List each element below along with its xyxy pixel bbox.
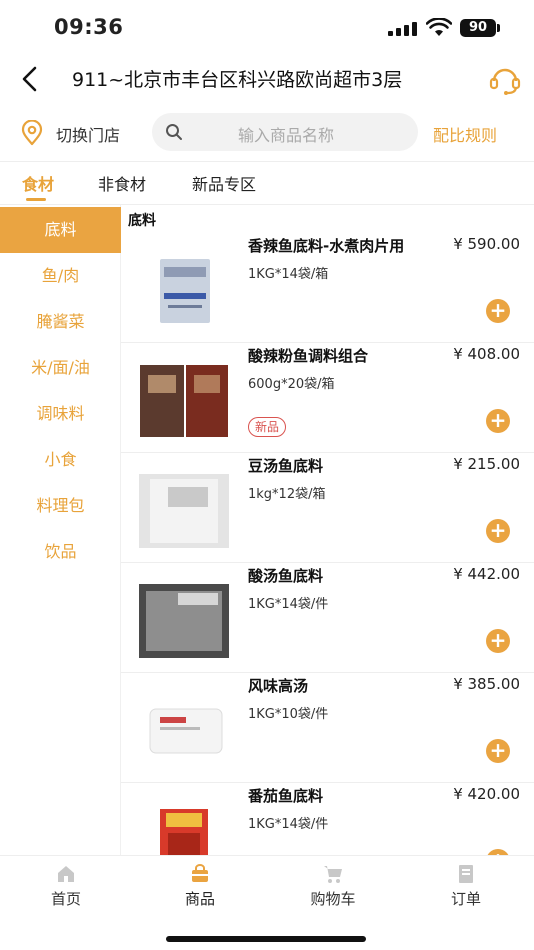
product-spec: 1KG*14袋/件 [248,817,329,832]
ratio-rules-link[interactable]: 配比规则 [433,122,497,146]
tabbar-orders[interactable]: 订单 [416,864,516,909]
product-image [140,365,228,437]
product-image [160,259,210,323]
tabbar-label: 订单 [450,890,481,908]
app-screen: 09:36 90 911~北京市丰台区科兴路欧尚超市3层 切换门店 输入商品名称… [0,0,534,950]
tabbar-label: 首页 [50,890,81,908]
product-spec: 1KG*14袋/件 [248,597,329,612]
add-to-cart-button[interactable]: + [486,629,510,653]
battery-icon: 90 [460,19,496,37]
sidebar-item-rice-noodle-oil[interactable]: 米/面/油 [0,345,121,391]
product-name: 番茄鱼底料 [248,787,324,805]
shop-bag-icon [192,864,208,882]
product-spec: 1KG*14袋/箱 [248,267,329,282]
product-item[interactable]: 酸汤鱼底料 ¥ 442.00 1KG*14袋/件 + [121,563,534,673]
tabbar-products[interactable]: 商品 [150,864,250,909]
add-to-cart-button[interactable]: + [486,739,510,763]
home-indicator [166,936,366,942]
product-image [139,584,229,658]
product-spec: 1KG*10袋/件 [248,707,329,722]
product-name: 风味高汤 [248,677,309,695]
search-row: 切换门店 输入商品名称 配比规则 [0,110,534,156]
bottom-tab-bar: 首页 商品 购物车 订单 [0,855,534,950]
product-item[interactable]: 酸辣粉鱼调料组合 ¥ 408.00 600g*20袋/箱 新品 + [121,343,534,453]
product-list: 底料 香辣鱼底料-水煮肉片用 ¥ 590.00 1KG*14袋/箱 + 酸辣粉鱼… [121,205,534,855]
search-icon [166,124,182,140]
sidebar-item-snacks[interactable]: 小食 [0,437,121,483]
add-to-cart-button[interactable]: + [486,519,510,543]
add-to-cart-button[interactable]: + [486,299,510,323]
tabbar-label: 购物车 [310,890,356,908]
sidebar-item-meal-kits[interactable]: 料理包 [0,483,121,529]
status-bar: 09:36 90 [0,0,534,52]
product-price: ¥ 408.00 [453,345,520,363]
product-image [160,809,208,855]
section-title: 底料 [128,213,156,229]
tabbar-cart[interactable]: 购物车 [283,864,383,909]
location-pin-icon[interactable] [20,120,44,146]
category-sidebar: 底料 鱼/肉 腌酱菜 米/面/油 调味料 小食 料理包 饮品 [0,205,121,855]
battery-cap [497,24,500,32]
product-item[interactable]: 豆汤鱼底料 ¥ 215.00 1kg*12袋/箱 + [121,453,534,563]
store-title: 911~北京市丰台区科兴路欧尚超市3层 [72,69,403,91]
cart-icon [324,866,342,883]
product-price: ¥ 420.00 [453,785,520,803]
search-input[interactable]: 输入商品名称 [152,113,418,151]
product-name: 香辣鱼底料-水煮肉片用 [248,237,405,255]
product-price: ¥ 442.00 [453,565,520,583]
wifi-icon [426,18,452,36]
tab-ingredients[interactable]: 食材 [22,171,54,195]
product-spec: 600g*20袋/箱 [248,377,335,392]
sidebar-item-base[interactable]: 底料 [0,207,121,253]
sidebar-item-fish-meat[interactable]: 鱼/肉 [0,253,121,299]
product-item[interactable]: 番茄鱼底料 ¥ 420.00 1KG*14袋/件 + [121,783,534,855]
tab-new-products[interactable]: 新品专区 [192,171,256,195]
product-spec: 1kg*12袋/箱 [248,487,326,502]
product-image [139,474,229,548]
product-name: 酸汤鱼底料 [248,567,324,585]
product-price: ¥ 215.00 [453,455,520,473]
product-item[interactable]: 风味高汤 ¥ 385.00 1KG*10袋/件 + [121,673,534,783]
tabbar-home[interactable]: 首页 [16,864,116,909]
home-icon [58,866,74,882]
product-name: 酸辣粉鱼调料组合 [248,347,369,365]
add-to-cart-button[interactable]: + [486,409,510,433]
product-name: 豆汤鱼底料 [248,457,324,475]
tabbar-label: 商品 [184,890,215,908]
status-time: 09:36 [54,15,124,39]
switch-store-link[interactable]: 切换门店 [56,122,120,146]
active-tab-indicator [26,198,46,201]
product-item[interactable]: 香辣鱼底料-水煮肉片用 ¥ 590.00 1KG*14袋/箱 + [121,233,534,343]
search-placeholder: 输入商品名称 [238,126,335,145]
sidebar-item-drinks[interactable]: 饮品 [0,529,121,575]
product-image [149,708,223,754]
sidebar-item-pickles[interactable]: 腌酱菜 [0,299,121,345]
battery-level: 90 [468,20,488,35]
product-price: ¥ 590.00 [453,235,520,253]
sidebar-item-seasoning[interactable]: 调味料 [0,391,121,437]
tab-non-ingredients[interactable]: 非食材 [98,171,146,195]
product-price: ¥ 385.00 [453,675,520,693]
cellular-signal-icon [388,22,418,36]
order-icon [459,865,473,883]
category-tabs: 食材 非食材 新品专区 [0,162,534,204]
new-product-badge: 新品 [248,417,287,437]
nav-bar: 911~北京市丰台区科兴路欧尚超市3层 [0,52,534,106]
customer-service-icon[interactable] [488,62,522,96]
back-arrow-icon[interactable] [18,64,42,94]
